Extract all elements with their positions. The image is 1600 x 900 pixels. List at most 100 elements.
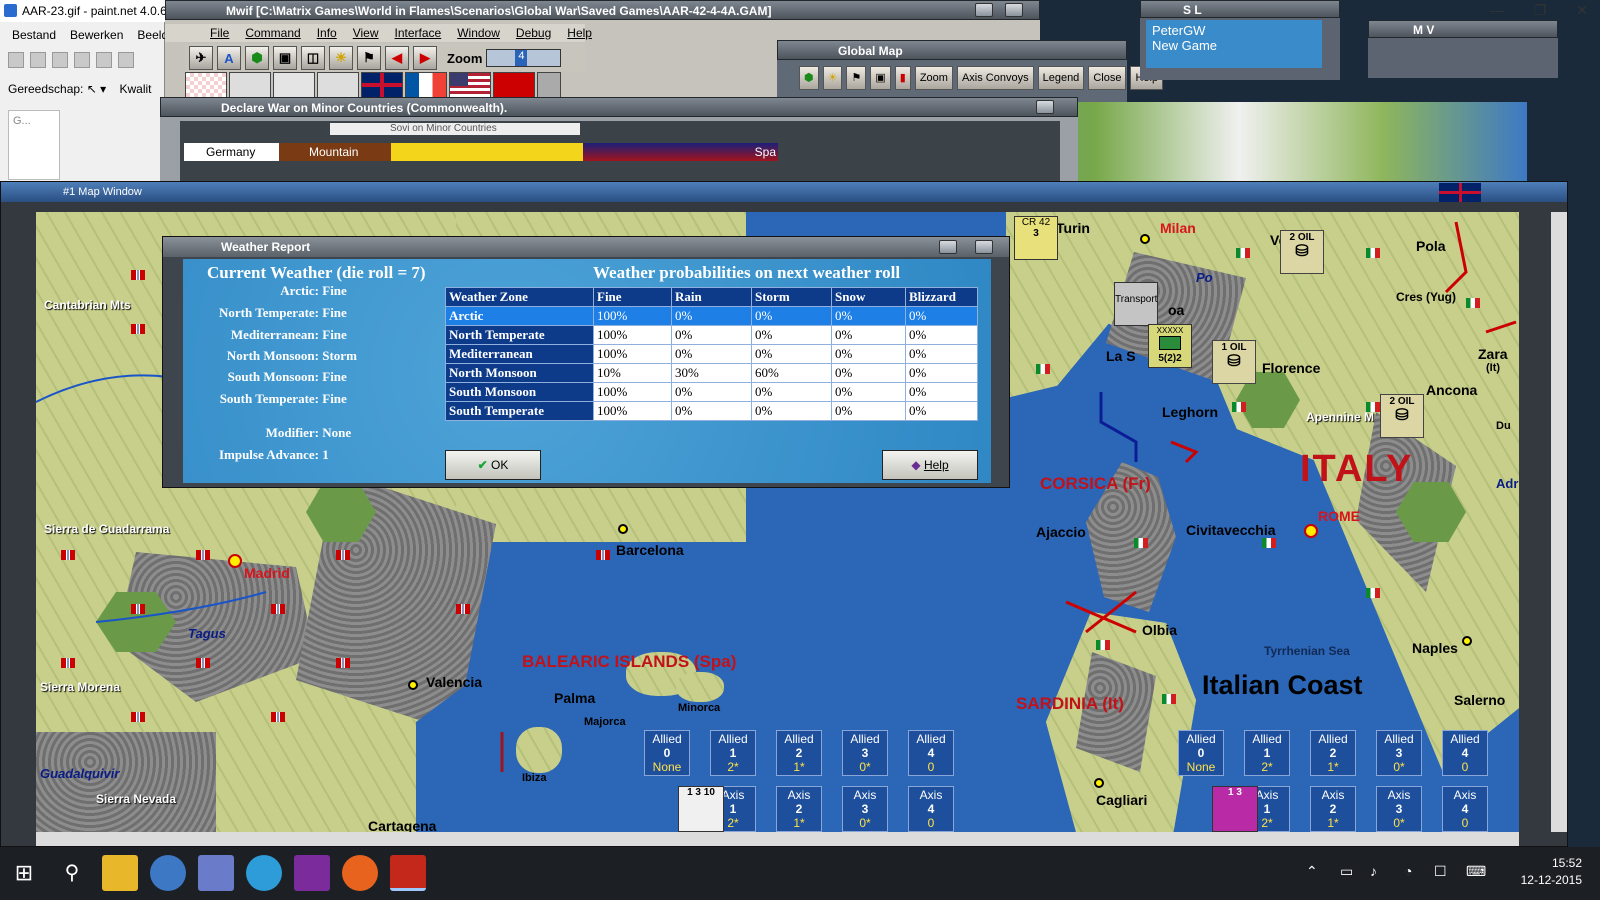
menu-help[interactable]: Help (567, 24, 592, 42)
flag-icon-usa[interactable] (449, 72, 491, 98)
resource-oil-counter[interactable]: 2 OIL ⛁ (1380, 394, 1424, 438)
city-milan-icon[interactable] (1140, 234, 1150, 244)
menu-view[interactable]: View (353, 24, 379, 42)
turn-tally-box[interactable]: Axis 2 1* (1310, 786, 1356, 832)
capital-madrid-icon[interactable] (228, 554, 242, 568)
table-row[interactable]: Mediterranean 100% 0% 0% 0% 0% (445, 344, 978, 364)
browser-icon[interactable] (150, 855, 186, 891)
zoom-button[interactable]: Zoom (914, 66, 953, 90)
flag-icon-blank[interactable] (229, 72, 271, 98)
hex-icon[interactable]: ⬢ (245, 46, 269, 70)
paint-icon[interactable] (198, 855, 234, 891)
menu-bestand[interactable]: Bestand (12, 28, 56, 42)
network-icon[interactable]: ◔ (1404, 863, 1412, 879)
flag-icon-china[interactable] (537, 72, 561, 98)
unit-counter-corps[interactable]: CR 42 3 (1014, 216, 1058, 260)
help-button[interactable]: ◆ Help (882, 450, 978, 480)
weather-icon[interactable]: ☀ (329, 46, 353, 70)
turn-tally-box[interactable]: Axis 3 0* (1376, 786, 1422, 832)
arrow-right-icon[interactable]: ▶ (413, 46, 437, 70)
menu-info[interactable]: Info (317, 24, 337, 42)
close-icon[interactable] (1036, 100, 1054, 114)
taskbar-clock[interactable]: 15:52 12-12-2015 (1521, 855, 1582, 889)
game-icon[interactable] (294, 855, 330, 891)
menu-bewerken[interactable]: Bewerken (70, 28, 123, 42)
windows-start-icon[interactable]: ⊞ (6, 855, 42, 891)
city-naples-icon[interactable] (1462, 636, 1472, 646)
menu-command[interactable]: Command (245, 24, 300, 42)
declare-war-row[interactable]: Germany Mountain Spa (184, 143, 778, 161)
minimize-button[interactable] (975, 3, 993, 17)
zoom-slider[interactable]: 4 (486, 49, 562, 67)
map-vertical-scrollbar[interactable] (1551, 212, 1567, 832)
turn-tally-box[interactable]: Allied 2 1* (776, 730, 822, 776)
resource-oil-counter[interactable]: 2 OIL ⛁ (1280, 230, 1324, 274)
turn-tally-box[interactable]: Allied 0 None (1178, 730, 1224, 776)
turn-tally-box[interactable]: Axis 3 0* (842, 786, 888, 832)
city-valencia-icon[interactable] (408, 680, 418, 690)
flag-icon[interactable]: ⚑ (357, 46, 381, 70)
unit-counter-transport[interactable]: Transport (1114, 282, 1158, 326)
turn-tally-box[interactable]: Axis 4 0 (1442, 786, 1488, 832)
print-icon[interactable] (74, 52, 90, 68)
turn-tally-box[interactable]: Allied 0 None (644, 730, 690, 776)
turn-tally-box[interactable]: Allied 4 0 (1442, 730, 1488, 776)
battery-icon[interactable]: ▭ (1340, 863, 1353, 880)
copy-icon[interactable] (118, 52, 134, 68)
capital-rome-icon[interactable] (1304, 524, 1318, 538)
zoom-thumb[interactable]: 4 (515, 50, 528, 66)
text-icon[interactable]: A (217, 46, 241, 70)
ok-button[interactable]: ✔ OK (445, 450, 541, 480)
flag-icon-uk[interactable] (361, 72, 403, 98)
unit-counter-stack[interactable]: 1 3 10 (678, 786, 724, 832)
file-explorer-icon[interactable] (102, 855, 138, 891)
flag-icon-japan[interactable] (185, 72, 227, 98)
turn-tally-box[interactable]: Allied 2 1* (1310, 730, 1356, 776)
turn-tally-box[interactable]: Allied 3 0* (842, 730, 888, 776)
menu-interface[interactable]: Interface (395, 24, 442, 42)
menu-beeld[interactable]: Beeld (137, 28, 168, 42)
firefox-icon[interactable] (342, 855, 378, 891)
resource-oil-counter[interactable]: 1 OIL ⛁ (1212, 340, 1256, 384)
arrow-left-icon[interactable]: ◀ (385, 46, 409, 70)
new-icon[interactable] (8, 52, 24, 68)
open-icon[interactable] (30, 52, 46, 68)
turn-tally-box[interactable]: Allied 3 0* (1376, 730, 1422, 776)
table-row[interactable]: North Temperate 100% 0% 0% 0% 0% (445, 325, 978, 345)
notifications-icon[interactable]: ☐ (1434, 863, 1447, 880)
axis-convoys-button[interactable]: Axis Convoys (956, 66, 1034, 90)
hex-icon[interactable]: ⬢ (799, 66, 819, 90)
restore-icon[interactable]: ❐ (1534, 0, 1547, 20)
volume-icon[interactable]: ♪ (1370, 863, 1377, 879)
keyboard-icon[interactable]: ⌨ (1466, 863, 1486, 880)
unit-counter-stack[interactable]: 1 3 (1212, 786, 1258, 832)
turn-tally-box[interactable]: Axis 2 1* (776, 786, 822, 832)
close-icon[interactable] (1005, 3, 1023, 17)
turn-tally-box[interactable]: Axis 4 0 (908, 786, 954, 832)
menu-window[interactable]: Window (457, 24, 500, 42)
cut-icon[interactable] (96, 52, 112, 68)
table-row[interactable]: North Monsoon 10% 30% 60% 0% 0% (445, 363, 978, 383)
tray-up-icon[interactable]: ⌃ (1306, 863, 1318, 880)
turn-tally-box[interactable]: Allied 4 0 (908, 730, 954, 776)
table-row[interactable]: South Temperate 100% 0% 0% 0% 0% (445, 401, 978, 421)
legend-button[interactable]: Legend (1037, 66, 1085, 90)
close-icon[interactable] (975, 240, 993, 254)
flag-icon-ussr[interactable] (493, 72, 535, 98)
thermometer-icon[interactable]: ▮ (894, 66, 911, 90)
save-icon[interactable] (52, 52, 68, 68)
plane-icon[interactable]: ✈ (189, 46, 213, 70)
turn-tally-box[interactable]: Allied 1 2* (1244, 730, 1290, 776)
menu-file[interactable]: File (210, 24, 229, 42)
map-horizontal-scrollbar[interactable] (36, 832, 1519, 846)
weather-icon[interactable]: ☀ (822, 66, 843, 90)
close-button[interactable]: Close (1088, 66, 1127, 90)
flag-icon[interactable]: ⚑ (846, 66, 867, 90)
mwif-taskbar-icon[interactable] (390, 855, 426, 891)
close-icon[interactable]: ✕ (1576, 0, 1588, 20)
minimize-button[interactable] (939, 240, 957, 254)
counter-icon[interactable]: ▣ (870, 66, 891, 90)
flag-icon-blank2[interactable] (317, 72, 359, 98)
app-icon[interactable] (246, 855, 282, 891)
unit-counter-hq[interactable]: XXXXX 5(2)2 (1148, 324, 1192, 368)
